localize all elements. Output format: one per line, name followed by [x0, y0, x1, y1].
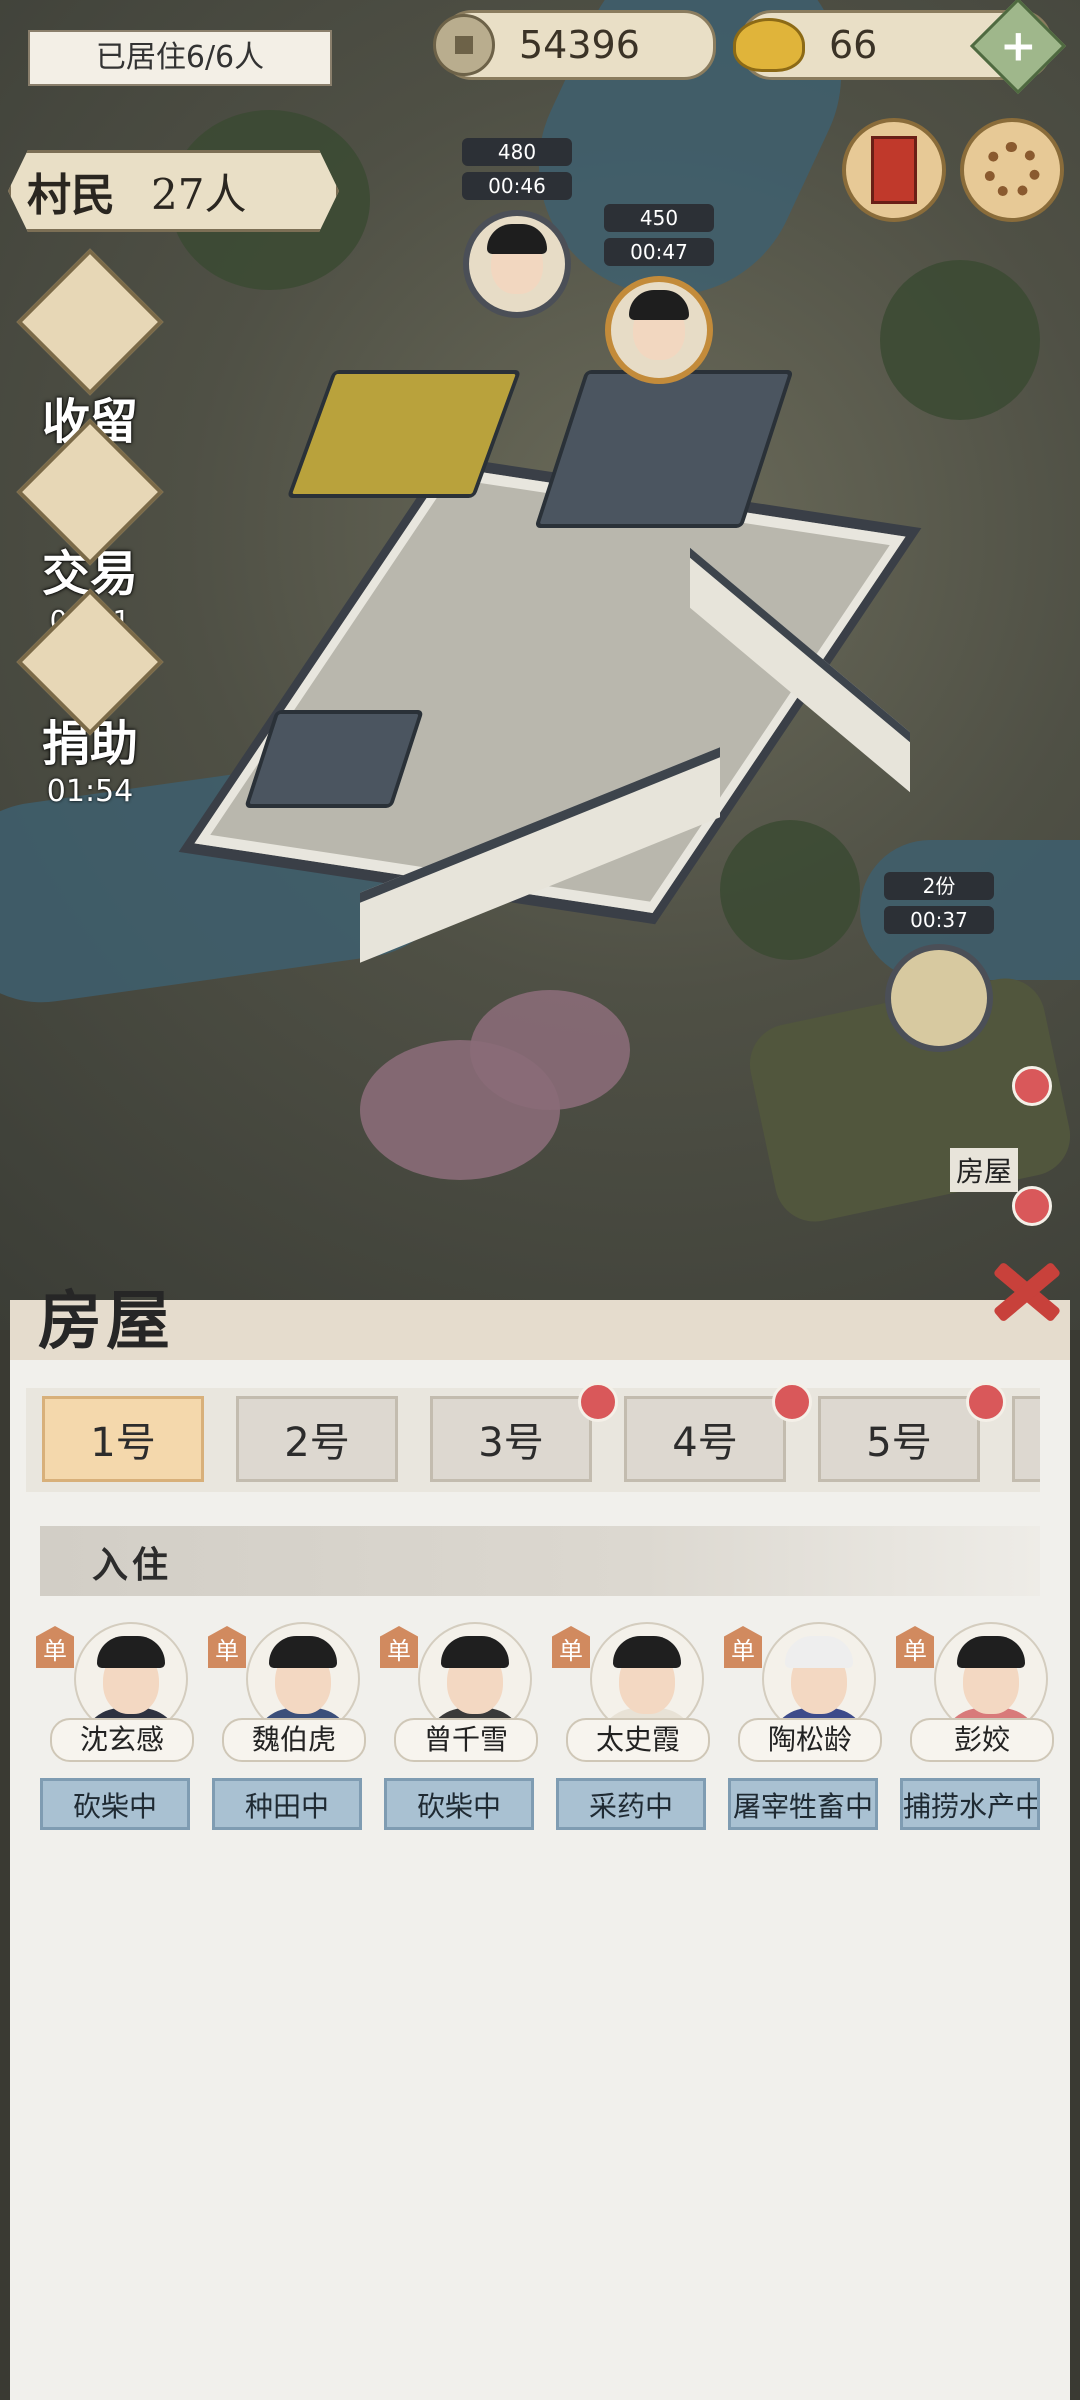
map-marker-1[interactable]: 480 00:46 [462, 138, 572, 318]
tab-house-1[interactable]: 1号 [42, 1396, 204, 1482]
coin-counter: 54396 [433, 10, 716, 80]
resident-status: 砍柴中 [40, 1778, 190, 1830]
tab-4-notification-dot [772, 1382, 812, 1422]
tab-house-5[interactable]: 5号 [818, 1396, 980, 1482]
settings-button[interactable] [960, 118, 1064, 222]
notification-dot [1012, 1186, 1052, 1226]
resident-status: 采药中 [556, 1778, 706, 1830]
resident-card[interactable]: 单 沈玄感 砍柴中 [36, 1618, 206, 1838]
resident-card[interactable]: 单 曾千雪 砍柴中 [380, 1618, 550, 1838]
gear-icon [984, 142, 1040, 198]
panel-title: 房屋 [38, 1284, 174, 1359]
tab-house-3[interactable]: 3号 [430, 1396, 592, 1482]
residents-section-header: 入住 [40, 1526, 1040, 1596]
single-tag: 单 [552, 1626, 590, 1668]
single-tag: 单 [36, 1626, 74, 1668]
tab-house-next[interactable] [1012, 1396, 1040, 1482]
resident-card[interactable]: 单 太史霞 采药中 [552, 1618, 722, 1838]
close-button[interactable] [985, 1250, 1065, 1330]
resident-card[interactable]: 单 魏伯虎 种田中 [208, 1618, 378, 1838]
courtyard-building[interactable] [130, 370, 950, 963]
resident-status: 种田中 [212, 1778, 362, 1830]
resident-status: 捕捞水产中 [900, 1778, 1040, 1830]
resident-card[interactable]: 单 彭姣 捕捞水产中 [896, 1618, 1066, 1838]
gold-ingot-icon [733, 18, 805, 72]
calendar-button[interactable] [842, 118, 946, 222]
tab-5-notification-dot [966, 1382, 1006, 1422]
occupancy-banner: 已居住6/6人 [28, 30, 332, 86]
map-marker-2[interactable]: 450 00:47 [604, 204, 714, 384]
tree-icon [885, 944, 993, 1052]
villager-avatar [463, 210, 571, 318]
villager-avatar [605, 276, 713, 384]
plus-icon: + [999, 20, 1037, 71]
tab-3-notification-dot [578, 1382, 618, 1422]
house-tabs: 1号 2号 3号 4号 5号 [26, 1388, 1040, 1492]
villager-count-bar[interactable]: 村民 27人 [8, 150, 339, 232]
house-map-label: 房屋 [950, 1148, 1019, 1192]
notification-dot [1012, 1066, 1052, 1106]
resident-status: 屠宰牲畜中 [728, 1778, 878, 1830]
donate-button[interactable]: 捐助 01:54 [10, 588, 170, 809]
single-tag: 单 [896, 1626, 934, 1668]
map-marker-3[interactable]: 2份 00:37 [884, 872, 994, 1052]
resident-status: 砍柴中 [384, 1778, 534, 1830]
single-tag: 单 [380, 1626, 418, 1668]
tab-house-2[interactable]: 2号 [236, 1396, 398, 1482]
single-tag: 单 [724, 1626, 762, 1668]
villager-portrait-icon [16, 248, 164, 396]
single-tag: 单 [208, 1626, 246, 1668]
tab-house-4[interactable]: 4号 [624, 1396, 786, 1482]
talisman-icon [871, 136, 917, 204]
resident-card[interactable]: 单 陶松龄 屠宰牲畜中 [724, 1618, 894, 1838]
coin-icon [433, 14, 495, 76]
